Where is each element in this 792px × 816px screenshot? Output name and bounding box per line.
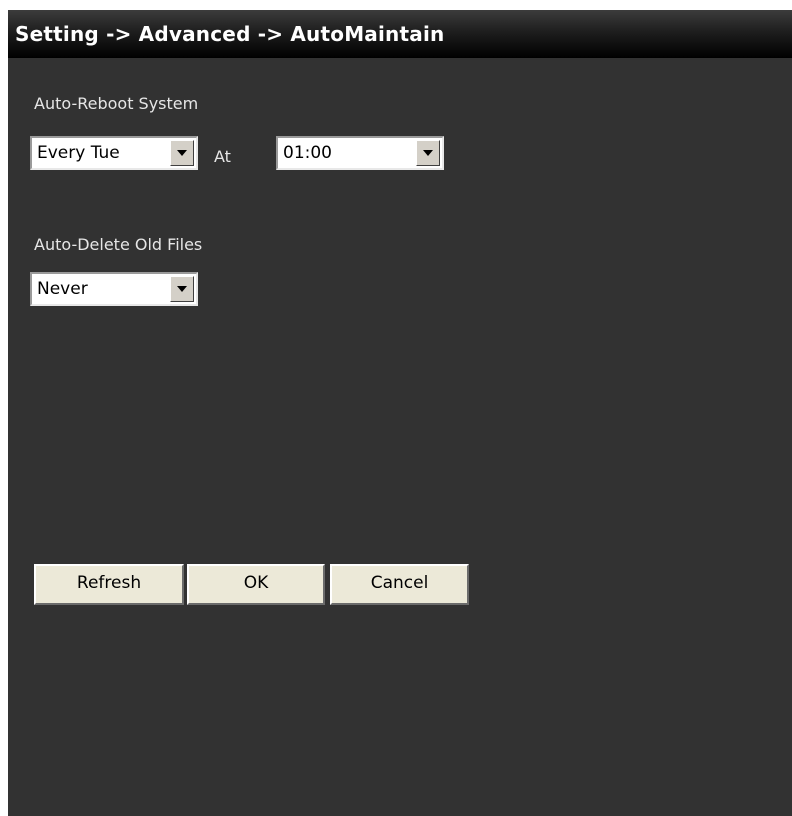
- refresh-button[interactable]: Refresh: [34, 564, 184, 605]
- chevron-down-icon[interactable]: [170, 276, 194, 302]
- auto-reboot-label: Auto-Reboot System: [34, 94, 199, 113]
- at-label: At: [214, 147, 231, 166]
- auto-delete-label: Auto-Delete Old Files: [34, 235, 203, 254]
- reboot-frequency-value: Every Tue: [37, 143, 120, 163]
- chevron-down-icon[interactable]: [416, 140, 440, 166]
- ok-button[interactable]: OK: [187, 564, 325, 605]
- automaintain-window: Setting -> Advanced -> AutoMaintain Auto…: [8, 10, 792, 816]
- title-bar: Setting -> Advanced -> AutoMaintain: [8, 10, 792, 58]
- cancel-button[interactable]: Cancel: [330, 564, 469, 605]
- reboot-time-select[interactable]: 01:00: [276, 136, 444, 170]
- window-title: Setting -> Advanced -> AutoMaintain: [15, 22, 445, 46]
- chevron-down-icon[interactable]: [170, 140, 194, 166]
- auto-delete-select[interactable]: Never: [30, 272, 198, 306]
- reboot-time-value: 01:00: [283, 143, 332, 163]
- reboot-frequency-select[interactable]: Every Tue: [30, 136, 198, 170]
- auto-delete-value: Never: [37, 279, 88, 299]
